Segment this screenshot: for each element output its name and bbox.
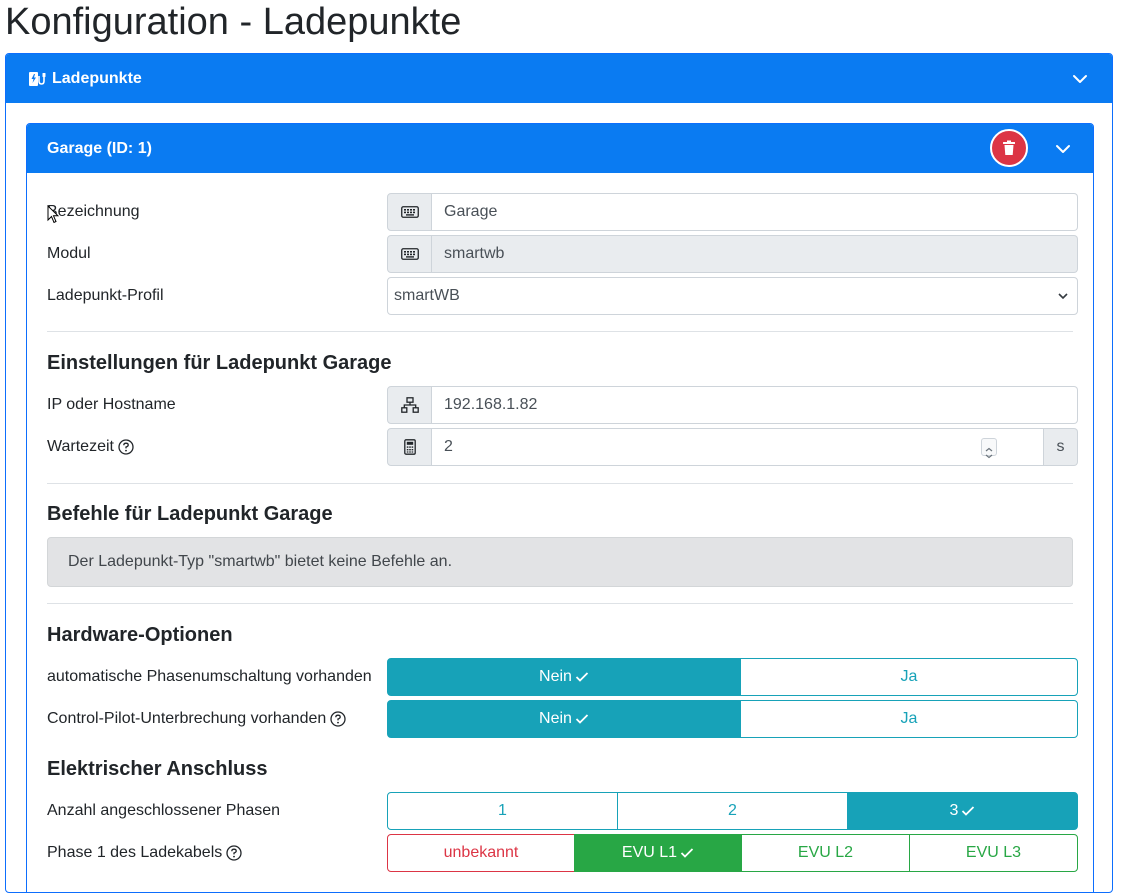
phases-1-label: 1	[498, 802, 507, 819]
wartezeit-input[interactable]: 2	[432, 428, 1044, 466]
check-icon	[680, 847, 694, 859]
phase-switch-ja-button[interactable]: Ja	[740, 658, 1078, 696]
bezeichnung-row: Bezeichnung Garage	[47, 193, 1079, 231]
phases-1-button[interactable]: 1	[387, 792, 618, 830]
wartezeit-unit: s	[1044, 428, 1078, 466]
page-title: Konfiguration - Ladepunkte	[5, 1, 462, 43]
delete-button[interactable]	[990, 129, 1028, 167]
chevron-down-icon	[1058, 293, 1068, 300]
trash-icon	[1003, 140, 1015, 155]
wartezeit-label-wrap: Wartezeit	[47, 428, 134, 466]
bezeichnung-input-group: Garage	[387, 193, 1078, 231]
profil-select-value: smartWB	[394, 287, 460, 304]
cp-interrupt-toggle: Nein Ja	[387, 700, 1078, 738]
hardware-title: Hardware-Optionen	[47, 624, 233, 646]
modul-input: smartwb	[432, 235, 1078, 273]
cp-interrupt-ja-button[interactable]: Ja	[740, 700, 1078, 738]
check-icon	[575, 671, 589, 683]
wartezeit-label: Wartezeit	[47, 438, 114, 455]
cp-interrupt-label-wrap: Control-Pilot-Unterbrechung vorhanden	[47, 700, 346, 738]
electrical-title: Elektrischer Anschluss	[47, 758, 268, 780]
phase-switch-nein-label: Nein	[539, 668, 572, 685]
phase1-unbekannt-label: unbekannt	[443, 844, 519, 861]
phase-switch-row: automatische Phasenumschaltung vorhanden…	[47, 658, 1079, 696]
phases-row: Anzahl angeschlossener Phasen 1 2 3	[47, 792, 1079, 830]
ladepunkt-garage-header[interactable]: Garage (ID: 1)	[27, 124, 1093, 173]
phase1-row: Phase 1 des Ladekabels unbekannt EVU L1 …	[47, 834, 1079, 872]
network-icon	[387, 386, 432, 424]
help-icon[interactable]	[118, 439, 134, 455]
cp-interrupt-nein-button[interactable]: Nein	[387, 700, 741, 738]
chevron-down-icon[interactable]	[1053, 139, 1073, 159]
help-icon[interactable]	[330, 711, 346, 727]
mouse-cursor-icon	[47, 205, 59, 224]
profil-select[interactable]: smartWB	[387, 277, 1078, 315]
divider	[47, 331, 1073, 332]
ip-label: IP oder Hostname	[47, 396, 176, 413]
profil-row: Ladepunkt-Profil smartWB	[47, 277, 1079, 315]
charging-station-icon	[28, 71, 46, 87]
calculator-icon	[387, 428, 432, 466]
ip-input[interactable]: 192.168.1.82	[432, 386, 1078, 424]
phase1-toggle: unbekannt EVU L1 EVU L2 EVU L3	[387, 834, 1078, 872]
ladepunkt-garage-title: Garage (ID: 1)	[47, 139, 152, 157]
chevron-down-icon[interactable]	[1070, 69, 1090, 89]
divider	[47, 603, 1073, 604]
phase1-evu-l1-label: EVU L1	[621, 844, 678, 861]
phase1-evu-l1-button[interactable]: EVU L1	[574, 834, 742, 872]
phase1-unbekannt-button[interactable]: unbekannt	[387, 834, 575, 872]
phases-3-label: 3	[949, 802, 959, 819]
ladepunkte-card-title: Ladepunkte	[52, 69, 142, 87]
bezeichnung-label: Bezeichnung	[47, 203, 140, 220]
cp-interrupt-nein-label: Nein	[539, 710, 572, 727]
commands-info-box: Der Ladepunkt-Typ "smartwb" bietet keine…	[47, 537, 1073, 587]
wartezeit-value: 2	[444, 438, 453, 455]
cp-interrupt-row: Control-Pilot-Unterbrechung vorhanden Ne…	[47, 700, 1079, 738]
settings-title: Einstellungen für Ladepunkt Garage	[47, 352, 392, 374]
phase1-label: Phase 1 des Ladekabels	[47, 844, 223, 861]
phase1-evu-l3-label: EVU L3	[965, 844, 1022, 861]
phase-switch-toggle: Nein Ja	[387, 658, 1078, 696]
profil-label: Ladepunkt-Profil	[47, 287, 164, 304]
phases-2-button[interactable]: 2	[617, 792, 848, 830]
keyboard-icon	[387, 235, 432, 273]
phases-2-label: 2	[728, 802, 737, 819]
wartezeit-row: Wartezeit 2 s	[47, 428, 1079, 466]
number-spinner[interactable]	[981, 438, 997, 459]
phases-label: Anzahl angeschlossener Phasen	[47, 802, 281, 819]
phase1-evu-l2-button[interactable]: EVU L2	[741, 834, 910, 872]
modul-input-group: smartwb	[387, 235, 1078, 273]
phase-switch-ja-label: Ja	[900, 668, 918, 685]
modul-label: Modul	[47, 245, 91, 262]
check-icon	[575, 713, 589, 725]
phase-switch-label: automatische Phasenumschaltung vorhanden	[47, 668, 372, 685]
modul-row: Modul smartwb	[47, 235, 1079, 273]
wartezeit-input-group: 2 s	[387, 428, 1078, 466]
phases-toggle: 1 2 3	[387, 792, 1078, 830]
keyboard-icon	[387, 193, 432, 231]
ladepunkte-card-header[interactable]: Ladepunkte	[6, 54, 1112, 103]
check-icon	[961, 805, 975, 817]
cp-interrupt-label: Control-Pilot-Unterbrechung vorhanden	[47, 710, 327, 727]
commands-title: Befehle für Ladepunkt Garage	[47, 503, 333, 525]
divider	[47, 483, 1073, 484]
phases-3-button[interactable]: 3	[847, 792, 1078, 830]
ip-row: IP oder Hostname 192.168.1.82	[47, 386, 1079, 424]
ip-input-group: 192.168.1.82	[387, 386, 1078, 424]
ladepunkt-garage-card: Garage (ID: 1) Bezeichnung Garage Modul	[26, 123, 1094, 892]
cp-interrupt-ja-label: Ja	[900, 710, 918, 727]
phase1-evu-l2-label: EVU L2	[797, 844, 854, 861]
phase1-evu-l3-button[interactable]: EVU L3	[909, 834, 1078, 872]
phase1-label-wrap: Phase 1 des Ladekabels	[47, 834, 242, 872]
bezeichnung-input[interactable]: Garage	[432, 193, 1078, 231]
help-icon[interactable]	[226, 845, 242, 861]
phase-switch-nein-button[interactable]: Nein	[387, 658, 741, 696]
ladepunkte-card: Ladepunkte Garage (ID: 1) Bezeichnung Ga…	[5, 53, 1113, 893]
